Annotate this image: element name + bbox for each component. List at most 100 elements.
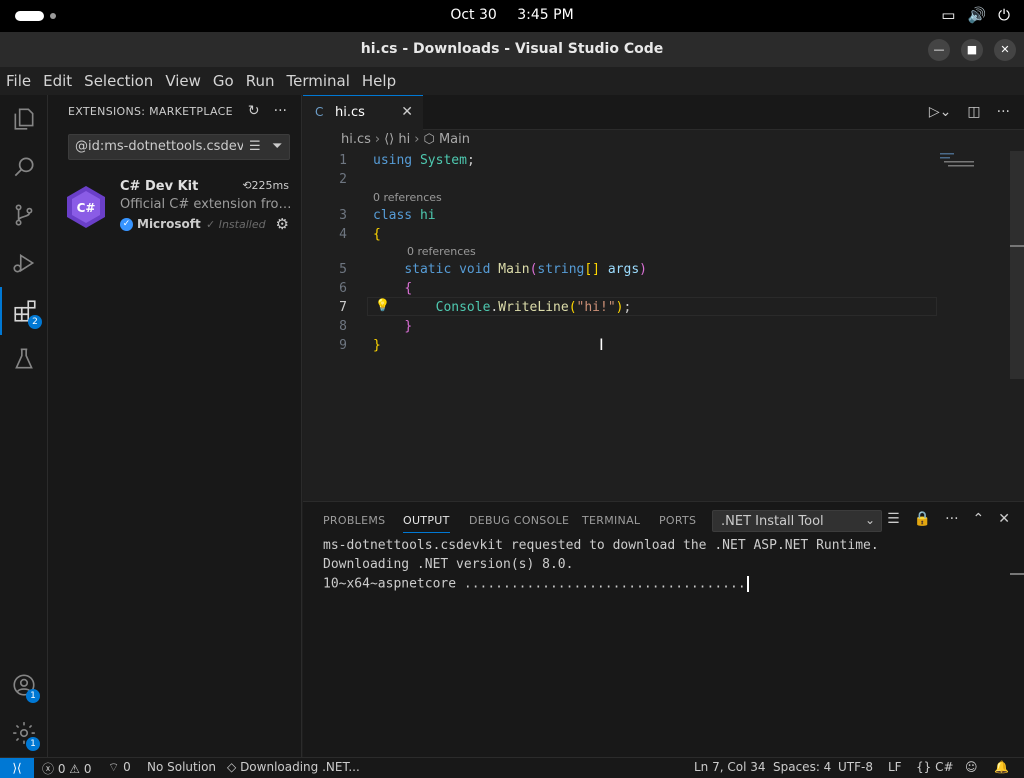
extensions-badge: 2	[28, 315, 42, 329]
sync-icon: ◇	[227, 760, 237, 774]
code-line[interactable]: static void Main(string[] args)	[373, 260, 647, 279]
more-actions-icon[interactable]: ···	[997, 104, 1010, 120]
os-date: Oct 30	[450, 7, 497, 23]
chevron-right-icon: ›	[374, 132, 381, 147]
volume-icon[interactable]: 🔊	[967, 6, 986, 24]
search-button[interactable]	[0, 143, 48, 191]
menu-go[interactable]: Go	[213, 68, 240, 95]
code-lens-references[interactable]: 0 references	[373, 188, 442, 207]
verified-icon: ✓	[120, 217, 133, 231]
close-tab-icon[interactable]: ✕	[401, 104, 413, 120]
notifications-icon[interactable]: 🔔	[994, 760, 1009, 774]
tab-output[interactable]: OUTPUT	[403, 514, 450, 533]
lock-icon[interactable]: 🔒	[914, 511, 931, 527]
cursor-position[interactable]: Ln 7, Col 34	[694, 760, 766, 774]
output-channel-select[interactable]: .NET Install Tool ⌄	[712, 510, 882, 532]
maximize-button[interactable]: ■	[961, 39, 983, 61]
more-actions-icon[interactable]: ···	[945, 511, 958, 527]
clear-filter-icon[interactable]: ☰	[249, 139, 261, 154]
task-status[interactable]: ◇ Downloading .NET...	[227, 760, 360, 774]
os-clock[interactable]: Oct 30 3:45 PM	[0, 7, 1024, 23]
indentation-status[interactable]: Spaces: 4	[773, 760, 831, 774]
extension-search-box[interactable]: ☰ ⏷	[68, 134, 290, 160]
problems-status[interactable]: ⓧ 0 ⚠ 0	[42, 760, 92, 777]
extensions-sidebar: EXTENSIONS: MARKETPLACE ↻ ··· ☰ ⏷ C# C# …	[48, 95, 302, 757]
close-window-button[interactable]: ✕	[994, 39, 1016, 61]
scroll-position-marker	[1010, 245, 1024, 247]
code-line[interactable]: {	[373, 279, 412, 298]
language-status[interactable]: {} C#	[916, 760, 954, 774]
line-number: 5	[339, 262, 347, 277]
code-lens-references[interactable]: 0 references	[407, 242, 476, 261]
tab-hi-cs[interactable]: C hi.cs ✕	[303, 95, 423, 130]
menu-help[interactable]: Help	[362, 68, 402, 95]
lightbulb-icon[interactable]: 💡	[375, 298, 390, 312]
tab-problems[interactable]: PROBLEMS	[323, 514, 385, 527]
chevron-down-icon: ⌄	[864, 513, 875, 527]
source-control-button[interactable]	[0, 191, 48, 239]
minimap[interactable]	[940, 151, 980, 171]
close-panel-icon[interactable]: ✕	[998, 511, 1010, 527]
activity-bar: 2 1 1	[0, 95, 48, 757]
filter-icon[interactable]: ⏷	[272, 139, 282, 154]
run-icon[interactable]: ▷⌄	[929, 104, 952, 120]
system-tray[interactable]: ▭ 🔊 ⏻	[941, 6, 1010, 24]
menu-run[interactable]: Run	[246, 68, 281, 95]
extension-publisher: ✓ Microsoft	[120, 217, 201, 231]
menu-file[interactable]: File	[6, 68, 37, 95]
testing-button[interactable]	[0, 335, 48, 383]
eol-status[interactable]: LF	[888, 760, 902, 774]
extension-settings-icon[interactable]: ⚙	[276, 215, 289, 233]
power-icon[interactable]: ⏻	[998, 6, 1010, 24]
logo-text: C#	[77, 201, 96, 215]
accounts-button[interactable]: 1	[0, 661, 48, 709]
breadcrumb-class[interactable]: ⟨⟩ hi	[384, 132, 410, 147]
run-debug-button[interactable]	[0, 239, 48, 287]
tab-label: hi.cs	[335, 105, 365, 120]
editor-scrollbar[interactable]	[1010, 151, 1024, 379]
explorer-button[interactable]	[0, 95, 48, 143]
maximize-panel-icon[interactable]: ⌃	[973, 511, 985, 527]
manage-button[interactable]: 1	[0, 709, 48, 757]
tab-ports[interactable]: PORTS	[659, 514, 696, 527]
refresh-icon[interactable]: ↻	[248, 103, 260, 119]
split-editor-icon[interactable]: ◫	[967, 104, 980, 120]
extension-activation-time: ⟲225ms	[242, 179, 289, 192]
menu-view[interactable]: View	[165, 68, 207, 95]
run-debug-icon	[13, 253, 35, 273]
more-actions-icon[interactable]: ···	[274, 103, 287, 119]
chevron-right-icon: ›	[414, 132, 420, 147]
code-line[interactable]: }	[373, 317, 412, 336]
remote-indicator[interactable]: ⟩⟨	[0, 758, 34, 778]
minimize-button[interactable]: —	[928, 39, 950, 61]
search-icon	[14, 157, 34, 177]
ports-status[interactable]: ⌔ 0	[108, 760, 131, 775]
extension-description: Official C# extension from Microsoft	[120, 197, 292, 212]
extension-list-item[interactable]: C# C# Dev Kit ⟲225ms Official C# extensi…	[48, 175, 301, 237]
tab-debug-console[interactable]: DEBUG CONSOLE	[469, 514, 569, 527]
solution-status[interactable]: No Solution	[147, 760, 216, 774]
code-line[interactable]: using System;	[373, 151, 475, 170]
source-control-icon	[15, 204, 33, 226]
code-line[interactable]: }	[373, 336, 381, 355]
extension-search-input[interactable]	[75, 139, 243, 154]
clear-output-icon[interactable]: ☰	[887, 511, 900, 527]
extensions-button[interactable]: 2	[0, 287, 48, 335]
text-cursor-icon: I	[599, 335, 604, 354]
copilot-icon[interactable]: ☺	[965, 760, 978, 774]
menu-edit[interactable]: Edit	[43, 68, 78, 95]
editor-group: C hi.cs ✕ ▷⌄ ◫ ··· hi.cs › ⟨⟩ hi › ⬡ Mai…	[303, 95, 1024, 501]
menu-selection[interactable]: Selection	[84, 68, 159, 95]
code-line[interactable]: class hi	[373, 206, 436, 225]
breadcrumb-method[interactable]: ⬡ Main	[423, 132, 470, 147]
menu-terminal[interactable]: Terminal	[287, 68, 356, 95]
line-number: 8	[339, 319, 347, 334]
screen-icon[interactable]: ▭	[941, 6, 955, 24]
current-line-highlight	[367, 297, 937, 316]
breadcrumb-file[interactable]: hi.cs	[341, 132, 371, 147]
line-number: 3	[339, 208, 347, 223]
broadcast-icon: ⌔	[108, 760, 120, 774]
encoding-status[interactable]: UTF-8	[838, 760, 873, 774]
tab-terminal[interactable]: TERMINAL	[582, 514, 640, 527]
sidebar-title: EXTENSIONS: MARKETPLACE	[68, 105, 233, 118]
